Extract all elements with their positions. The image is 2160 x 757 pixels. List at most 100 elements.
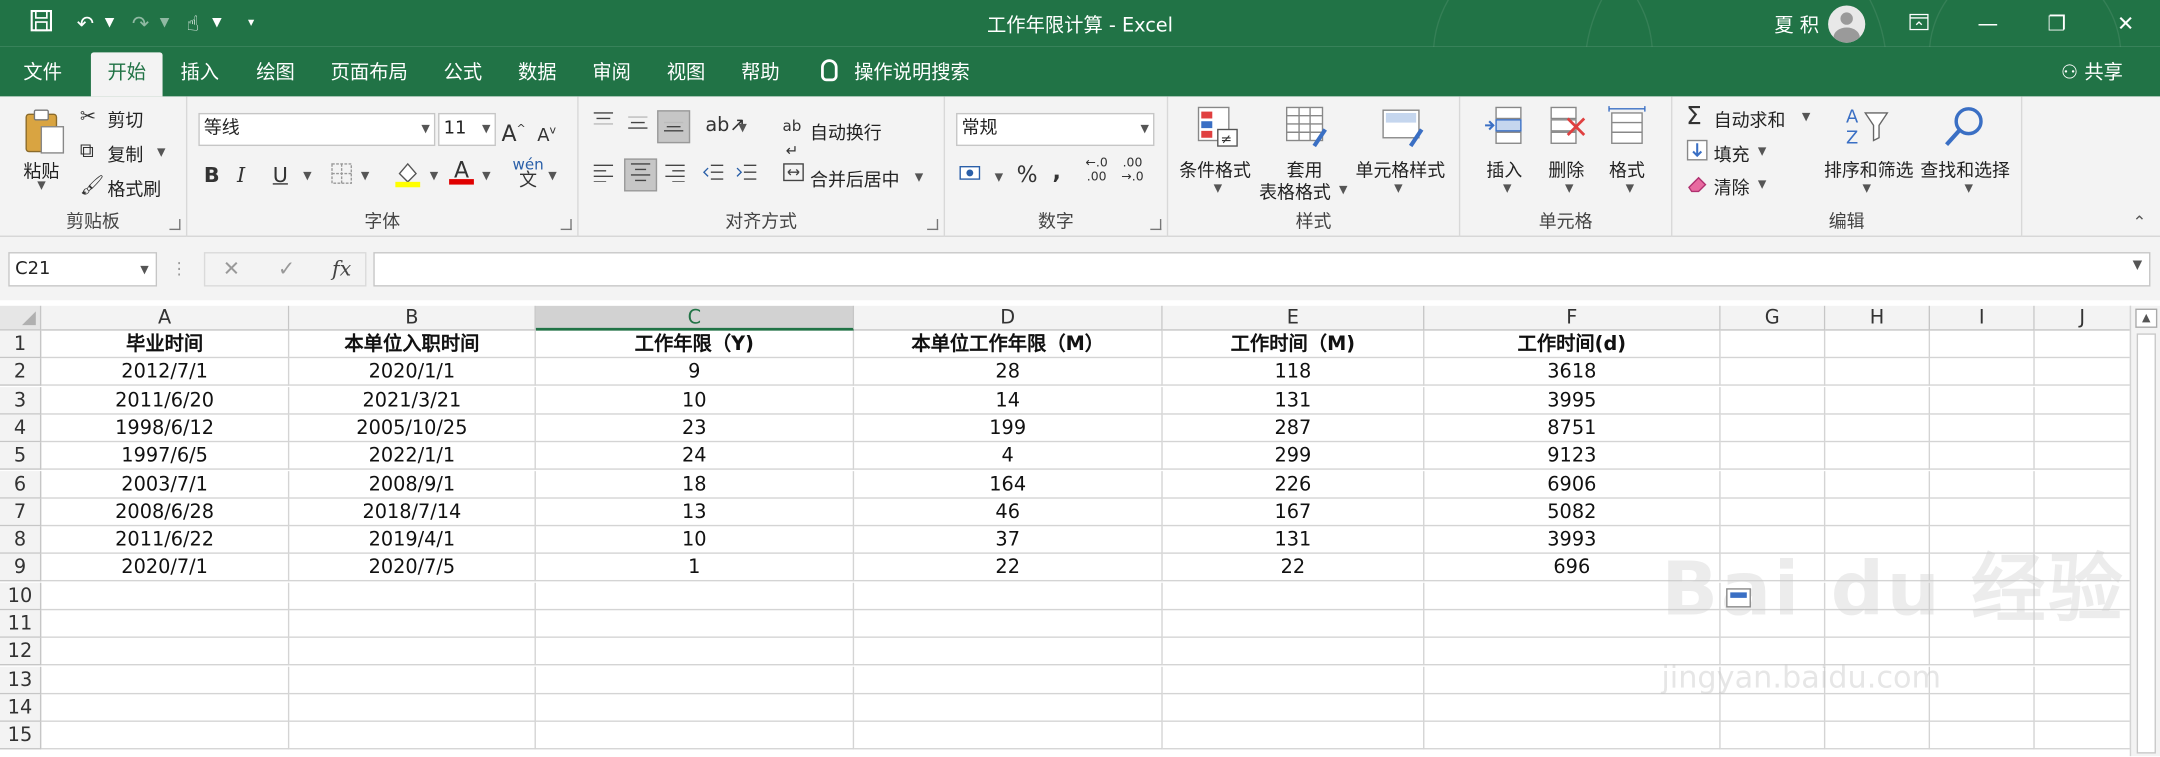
font-name-combo[interactable]: 等线 ▼ bbox=[198, 112, 436, 147]
table-cell[interactable] bbox=[2034, 694, 2132, 722]
header-cell[interactable]: 本单位入职时间 bbox=[289, 330, 536, 359]
column-header-h[interactable]: H bbox=[1825, 305, 1931, 331]
expand-formula-icon[interactable]: ▼ bbox=[2133, 259, 2143, 273]
ribbon-display-icon[interactable] bbox=[1901, 8, 1937, 38]
table-cell[interactable]: 24 bbox=[535, 442, 855, 471]
table-cell[interactable] bbox=[1930, 386, 2035, 415]
table-cell[interactable] bbox=[289, 694, 536, 722]
clipboard-launcher-icon[interactable] bbox=[169, 219, 181, 231]
percent-button[interactable]: % bbox=[1017, 162, 1038, 188]
underline-dropdown-icon[interactable]: ▼ bbox=[303, 169, 311, 181]
comma-button[interactable]: , bbox=[1052, 159, 1060, 185]
scrollbar-thumb[interactable] bbox=[2136, 333, 2156, 754]
tab-help[interactable]: 帮助 bbox=[727, 52, 793, 96]
align-top-icon[interactable] bbox=[592, 110, 614, 136]
table-cell[interactable]: 10 bbox=[535, 386, 855, 415]
table-cell[interactable]: 9 bbox=[535, 358, 855, 387]
table-cell[interactable] bbox=[1720, 722, 1826, 750]
table-cell[interactable] bbox=[1825, 694, 1931, 722]
scroll-up-icon[interactable]: ▲ bbox=[2135, 308, 2158, 328]
header-cell[interactable]: 毕业时间 bbox=[41, 330, 290, 359]
table-cell[interactable]: 4 bbox=[854, 442, 1163, 471]
header-cell[interactable] bbox=[1720, 330, 1826, 359]
row-header[interactable]: 9 bbox=[0, 554, 42, 582]
minimize-icon[interactable]: — bbox=[1970, 8, 2006, 38]
paste-icon[interactable] bbox=[22, 107, 65, 154]
shrink-font-icon[interactable]: Av bbox=[537, 118, 556, 149]
chevron-down-icon[interactable]: ▼ bbox=[140, 253, 148, 285]
restore-icon[interactable]: ❐ bbox=[2039, 8, 2075, 38]
table-cell[interactable] bbox=[1930, 694, 2035, 722]
table-cell[interactable] bbox=[289, 666, 536, 694]
tab-review[interactable]: 审阅 bbox=[579, 52, 645, 96]
delete-dropdown-icon[interactable]: ▼ bbox=[1565, 182, 1573, 194]
bold-button[interactable]: B bbox=[204, 163, 220, 188]
format-cells-icon[interactable] bbox=[1606, 105, 1647, 146]
insert-cells-icon[interactable] bbox=[1482, 105, 1523, 146]
align-middle-icon[interactable] bbox=[627, 113, 649, 139]
row-header[interactable]: 11 bbox=[0, 610, 42, 638]
insert-function-button[interactable]: fx bbox=[324, 252, 360, 286]
copy-icon[interactable]: ⧉ bbox=[80, 139, 94, 164]
table-cell[interactable] bbox=[1930, 722, 2035, 750]
table-cell[interactable] bbox=[2034, 666, 2132, 694]
format-painter-icon[interactable]: 🖌 bbox=[80, 174, 104, 199]
table-cell[interactable] bbox=[2034, 414, 2132, 443]
table-cell[interactable] bbox=[1930, 498, 2035, 526]
row-header[interactable]: 6 bbox=[0, 470, 42, 499]
table-cell[interactable]: 2020/7/1 bbox=[41, 554, 290, 582]
row-header[interactable]: 13 bbox=[0, 666, 42, 694]
row-header[interactable]: 10 bbox=[0, 582, 42, 610]
table-cell[interactable]: 299 bbox=[1162, 442, 1425, 471]
table-cell[interactable]: 18 bbox=[535, 470, 855, 499]
number-launcher-icon[interactable] bbox=[1150, 219, 1162, 231]
borders-icon[interactable] bbox=[331, 163, 353, 192]
table-cell[interactable] bbox=[1720, 386, 1826, 415]
tab-insert[interactable]: 插入 bbox=[168, 52, 231, 96]
align-bottom-icon[interactable] bbox=[657, 110, 691, 144]
format-as-table-icon[interactable] bbox=[1284, 105, 1327, 148]
fill-icon[interactable] bbox=[1686, 139, 1708, 168]
table-cell[interactable] bbox=[41, 610, 290, 638]
fill-color-dropdown-icon[interactable]: ▼ bbox=[430, 169, 438, 181]
sort-filter-label[interactable]: 排序和筛选 bbox=[1824, 156, 1914, 182]
table-cell[interactable] bbox=[1930, 414, 2035, 443]
delete-cells-icon[interactable] bbox=[1546, 105, 1587, 146]
table-cell[interactable] bbox=[1825, 442, 1931, 471]
column-header-i[interactable]: I bbox=[1930, 305, 2035, 331]
table-cell[interactable] bbox=[41, 722, 290, 750]
table-cell[interactable]: 131 bbox=[1162, 526, 1425, 554]
borders-dropdown-icon[interactable]: ▼ bbox=[361, 169, 369, 181]
header-cell[interactable]: 工作时间（M) bbox=[1162, 330, 1425, 359]
column-header-g[interactable]: G bbox=[1720, 305, 1826, 331]
table-cell[interactable]: 5082 bbox=[1424, 498, 1721, 526]
decrease-decimal-icon[interactable]: .00 →.0 bbox=[1121, 157, 1143, 185]
tab-view[interactable]: 视图 bbox=[653, 52, 719, 96]
column-header-b[interactable]: B bbox=[289, 305, 536, 331]
table-cell[interactable]: 2012/7/1 bbox=[41, 358, 290, 387]
table-cell[interactable]: 14 bbox=[854, 386, 1163, 415]
share-button[interactable]: ⚇ 共享 bbox=[2061, 52, 2123, 93]
name-box[interactable]: C21 ▼ bbox=[8, 252, 158, 287]
table-cell[interactable] bbox=[1162, 694, 1425, 722]
decrease-indent-icon[interactable] bbox=[702, 163, 725, 189]
increase-decimal-icon[interactable]: ←.0.00 bbox=[1086, 157, 1108, 185]
number-format-combo[interactable]: 常规 ▼ bbox=[956, 112, 1155, 147]
table-cell[interactable]: 3995 bbox=[1424, 386, 1721, 415]
table-cell[interactable]: 23 bbox=[535, 414, 855, 443]
alignment-launcher-icon[interactable] bbox=[927, 219, 939, 231]
table-cell[interactable] bbox=[1720, 470, 1826, 499]
cut-icon[interactable]: ✂ bbox=[80, 105, 96, 130]
table-cell[interactable]: 2019/4/1 bbox=[289, 526, 536, 554]
close-icon[interactable]: ✕ bbox=[2108, 8, 2144, 38]
row-header[interactable]: 4 bbox=[0, 414, 42, 443]
user-name[interactable]: 夏 积 bbox=[1774, 11, 1819, 39]
table-cell[interactable] bbox=[1930, 666, 2035, 694]
table-cell[interactable] bbox=[854, 638, 1163, 666]
wrap-text-icon[interactable]: ab ↵ bbox=[782, 114, 801, 164]
table-cell[interactable]: 28 bbox=[854, 358, 1163, 387]
table-cell[interactable] bbox=[535, 694, 855, 722]
clear-dropdown-icon[interactable]: ▼ bbox=[1758, 178, 1766, 190]
header-cell[interactable] bbox=[1825, 330, 1931, 359]
table-cell[interactable]: 2020/7/5 bbox=[289, 554, 536, 582]
